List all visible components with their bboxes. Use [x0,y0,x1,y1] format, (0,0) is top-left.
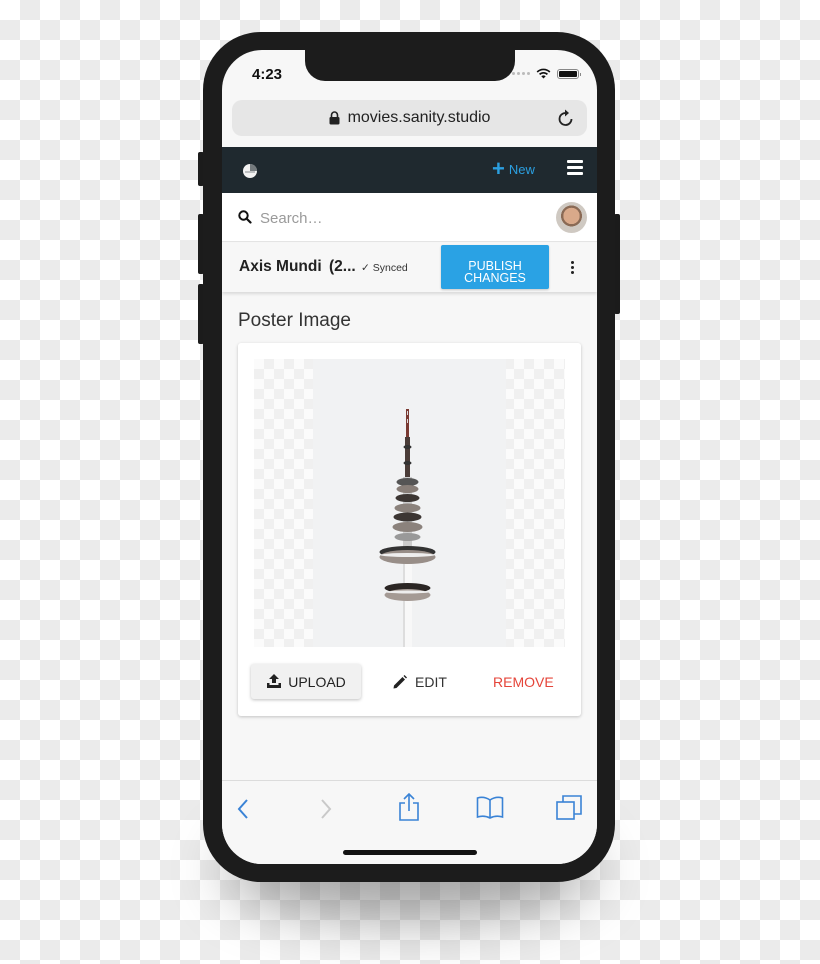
upload-label: UPLOAD [288,673,346,690]
battery-icon [557,68,581,79]
user-avatar[interactable] [556,202,587,233]
bookmarks-icon[interactable] [476,796,504,820]
notch [305,50,515,81]
tower-image [379,409,436,647]
share-icon[interactable] [398,793,420,821]
image-actions: UPLOAD EDIT REMOVE [238,664,581,700]
pencil-icon [393,674,407,688]
upload-button[interactable]: UPLOAD [251,664,361,699]
more-options-icon[interactable] [571,261,574,276]
search-bar [222,193,597,242]
status-time: 4:23 [252,66,283,83]
document-header: Axis Mundi (2... ✓ Synced PUBLISH CHANGE… [222,243,597,292]
image-preview [254,359,565,647]
lock-icon [329,111,340,125]
url-bar[interactable]: movies.sanity.studio [232,100,587,136]
sync-status-label: Synced [372,262,408,274]
publish-label-line2: CHANGES [464,270,526,285]
signal-dots-icon [512,72,530,75]
poster-photo [313,359,506,647]
new-label: New [508,161,535,177]
field-label: Poster Image [238,310,351,331]
new-document-button[interactable]: + New [492,156,535,181]
sync-status: ✓ Synced [361,262,408,274]
publish-changes-button[interactable]: PUBLISH CHANGES [441,245,549,289]
document-title: Axis Mundi [239,258,322,275]
poster-image-card: UPLOAD EDIT REMOVE [238,343,581,716]
edit-button[interactable]: EDIT [393,664,447,699]
home-indicator[interactable] [343,850,477,855]
remove-button[interactable]: REMOVE [493,664,554,699]
wifi-icon [536,68,551,79]
plus-icon: + [492,156,505,181]
url-text[interactable]: movies.sanity.studio [348,109,491,127]
back-icon[interactable] [237,799,249,819]
search-input[interactable] [260,205,540,231]
upload-icon [267,674,282,688]
check-icon: ✓ [361,262,370,274]
tabs-icon[interactable] [556,795,582,821]
document-year: (2... [329,258,356,275]
edit-label: EDIT [415,673,447,690]
studio-navbar: + New [222,147,597,193]
sanity-logo-icon[interactable] [242,163,258,179]
search-icon [238,210,252,224]
forward-icon[interactable] [320,799,332,819]
reload-icon[interactable] [557,108,575,128]
hamburger-menu-icon[interactable] [567,160,583,178]
phone-screen: 4:23 movies.sanity.studio + New Search… … [222,50,597,864]
status-icons [512,68,581,79]
